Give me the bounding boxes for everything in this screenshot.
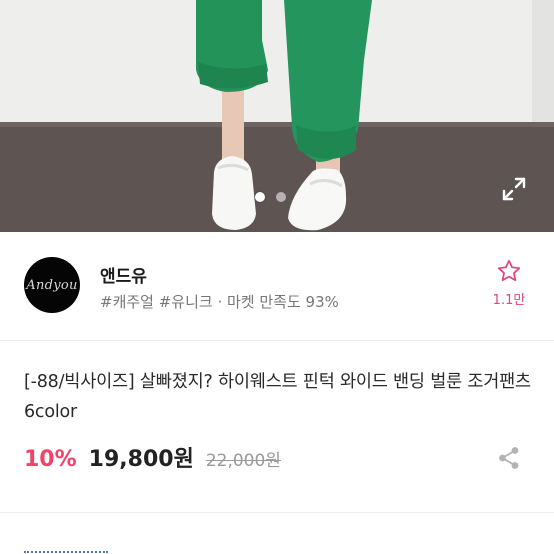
sale-price: 19,800원 — [88, 447, 194, 472]
shop-avatar[interactable]: Andyou — [24, 257, 80, 313]
shop-name[interactable]: 앤드유 — [100, 262, 147, 287]
section-divider — [0, 340, 554, 341]
expand-icon[interactable] — [500, 175, 528, 203]
favorite-count: 1.1만 — [492, 293, 526, 308]
gallery-dot[interactable] — [276, 192, 286, 202]
star-outline-icon — [497, 259, 521, 282]
product-photo[interactable] — [0, 0, 554, 232]
next-section-cutoff — [24, 545, 108, 554]
favorite-button[interactable]: 1.1만 — [486, 258, 532, 308]
gallery-dot-active[interactable] — [255, 192, 265, 202]
shop-avatar-logo-text: Andyou — [26, 277, 78, 293]
original-price: 22,000원 — [205, 451, 281, 471]
shop-tags-and-rating: #캐주얼 #유니크 · 마켓 만족도 93% — [100, 293, 339, 311]
price-row: 10% 19,800원 22,000원 — [24, 441, 281, 473]
product-title: [-88/빅사이즈] 살빠졌지? 하이웨스트 핀턱 와이드 밴딩 벌룬 조거팬츠… — [24, 372, 531, 422]
gallery-pagination — [255, 192, 286, 202]
section-divider-bottom — [0, 512, 554, 513]
share-icon[interactable] — [496, 445, 522, 471]
discount-rate: 10% — [24, 447, 77, 472]
shop-row[interactable] — [0, 232, 554, 340]
